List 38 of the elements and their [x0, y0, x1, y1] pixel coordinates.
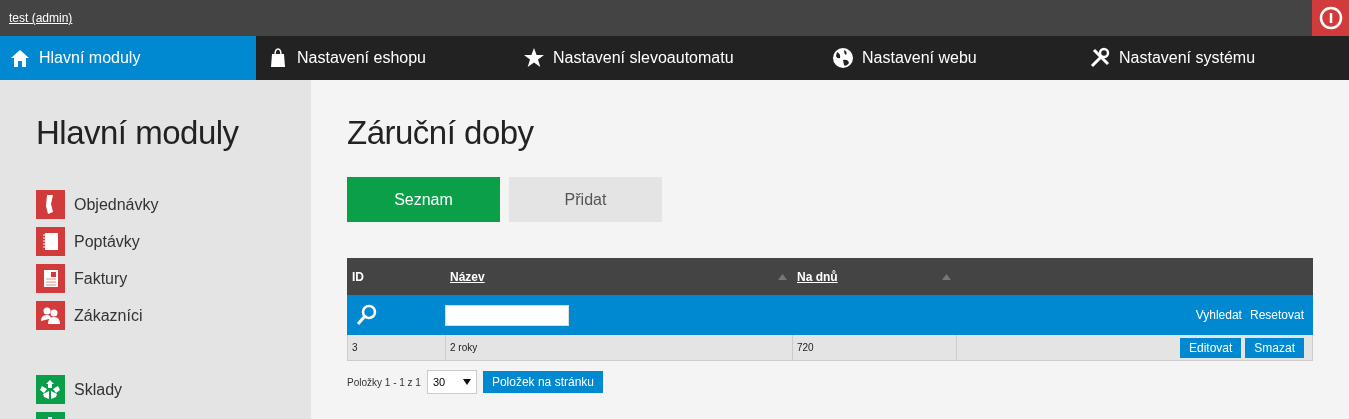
row-action-button[interactable]: Editovat	[1179, 337, 1242, 358]
filter-link[interactable]: Vyhledat	[1195, 308, 1242, 322]
sidebar-item[interactable]: Sklady	[74, 380, 123, 399]
nav-tab[interactable]: Nastavení eshopu	[256, 36, 513, 80]
page-size-select[interactable]: 30	[426, 370, 477, 394]
table-cell: 720	[793, 335, 957, 360]
search-icon[interactable]	[356, 304, 378, 326]
filter-link[interactable]: Resetovat	[1249, 308, 1304, 322]
sort-icon[interactable]	[778, 273, 787, 280]
tools-icon	[1089, 47, 1111, 69]
sidebar-item[interactable]: Zákazníci	[74, 306, 143, 325]
column-header: ID	[352, 269, 364, 284]
sidebar-title: Hlavní moduly	[36, 114, 240, 152]
nav-tab[interactable]: Nastavení slevoautomatu	[513, 36, 797, 80]
row-action-button[interactable]: Smazat	[1245, 337, 1304, 358]
table-cell: 2 roky	[446, 335, 793, 360]
table-cell: 3	[348, 335, 446, 360]
page-size-button[interactable]: Položek na stránku	[482, 371, 603, 393]
search-field[interactable]	[445, 304, 569, 326]
sidebar-item[interactable]: Faktury	[74, 269, 128, 288]
column-header[interactable]: Název	[450, 269, 485, 284]
page-title: Záruční doby	[347, 114, 535, 152]
sidebar-item[interactable]: Objednávky	[74, 195, 159, 214]
logout-button[interactable]	[1312, 0, 1349, 36]
power-icon	[1318, 6, 1343, 30]
sort-icon[interactable]	[942, 273, 951, 280]
view-tab[interactable]: Přidat	[509, 177, 662, 222]
home-icon	[9, 47, 31, 69]
sidebar-item[interactable]: Poptávky	[74, 232, 140, 251]
user-link[interactable]: test (admin)	[9, 11, 73, 25]
nav-tab[interactable]: Hlavní moduly	[0, 36, 256, 80]
column-header[interactable]: Na dnů	[797, 269, 838, 284]
globe-icon	[832, 47, 854, 69]
pagination-summary: Položky 1 - 1 z 1	[347, 376, 421, 388]
caret-icon	[462, 379, 471, 385]
nav-tab[interactable]: Nastavení systému	[1054, 36, 1349, 80]
nav-tab[interactable]: Nastavení webu	[797, 36, 1054, 80]
star-icon	[523, 47, 545, 69]
